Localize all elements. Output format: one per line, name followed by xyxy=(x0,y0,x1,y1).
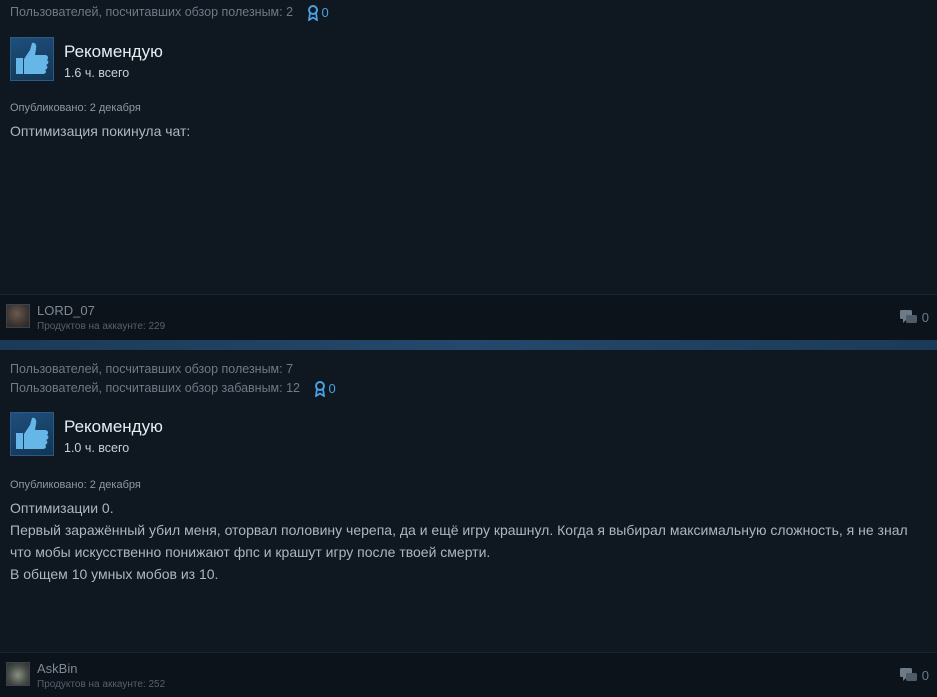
avatar[interactable] xyxy=(6,662,30,686)
comment-bubble-icon xyxy=(899,668,917,681)
vote-line: Пользователей, посчитавших обзор полезны… xyxy=(10,360,336,379)
comments-count: 0 xyxy=(921,668,929,683)
author-name[interactable]: LORD_07 xyxy=(37,303,95,318)
hours-played: 1.6 ч. всего xyxy=(64,66,130,80)
avatar[interactable] xyxy=(6,304,30,328)
helpful-votes-text: Пользователей, посчитавших обзор полезны… xyxy=(10,362,294,376)
review-footer: AskBin Продуктов на аккаунте: 252 0 xyxy=(0,652,937,697)
vote-line: Пользователей, посчитавших обзор забавны… xyxy=(10,379,336,398)
review-paragraph: В общем 10 умных мобов из 10. xyxy=(10,566,219,582)
published-date: Опубликовано: 2 декабря xyxy=(10,102,141,114)
helpful-votes-text: Пользователей, посчитавших обзор полезны… xyxy=(10,5,294,19)
recommendation-title[interactable]: Рекомендую xyxy=(64,42,163,62)
review-votes: Пользователей, посчитавших обзор полезны… xyxy=(10,360,336,398)
thumbs-up-icon xyxy=(10,37,54,81)
comment-bubble-icon xyxy=(899,310,917,323)
comments-button[interactable]: 0 xyxy=(899,310,929,325)
review-votes: Пользователей, посчитавших обзор полезны… xyxy=(10,3,329,22)
review-footer: LORD_07 Продуктов на аккаунте: 229 0 xyxy=(0,294,937,340)
funny-votes-text: Пользователей, посчитавших обзор забавны… xyxy=(10,381,301,395)
review-text: Оптимизации 0. Первый заражённый убил ме… xyxy=(10,497,925,585)
hours-played: 1.0 ч. всего xyxy=(64,441,130,455)
review-card: Пользователей, посчитавших обзор полезны… xyxy=(0,0,937,340)
award-button[interactable]: 0 xyxy=(314,379,336,398)
review-paragraph: Оптимизация покинула чат: xyxy=(10,123,191,139)
vote-line: Пользователей, посчитавших обзор полезны… xyxy=(10,3,329,22)
recommendation-title[interactable]: Рекомендую xyxy=(64,417,163,437)
review-separator xyxy=(0,340,937,350)
reviews-page: Пользователей, посчитавших обзор полезны… xyxy=(0,0,937,697)
published-date: Опубликовано: 2 декабря xyxy=(10,479,141,491)
author-name[interactable]: AskBin xyxy=(37,661,77,676)
review-card: Пользователей, посчитавших обзор полезны… xyxy=(0,350,937,697)
review-paragraph: Первый заражённый убил меня, оторвал пол… xyxy=(10,522,908,560)
thumbs-up-icon xyxy=(10,412,54,456)
award-count: 0 xyxy=(328,381,336,397)
award-button[interactable]: 0 xyxy=(307,3,329,22)
comments-button[interactable]: 0 xyxy=(899,668,929,683)
author-games-count: Продуктов на аккаунте: 229 xyxy=(37,321,166,332)
review-text: Оптимизация покинула чат: xyxy=(10,120,925,142)
award-ribbon-icon xyxy=(307,5,318,22)
review-paragraph: Оптимизации 0. xyxy=(10,500,114,516)
comments-count: 0 xyxy=(921,310,929,325)
award-count: 0 xyxy=(321,5,329,21)
award-ribbon-icon xyxy=(314,381,325,398)
author-games-count: Продуктов на аккаунте: 252 xyxy=(37,679,166,690)
